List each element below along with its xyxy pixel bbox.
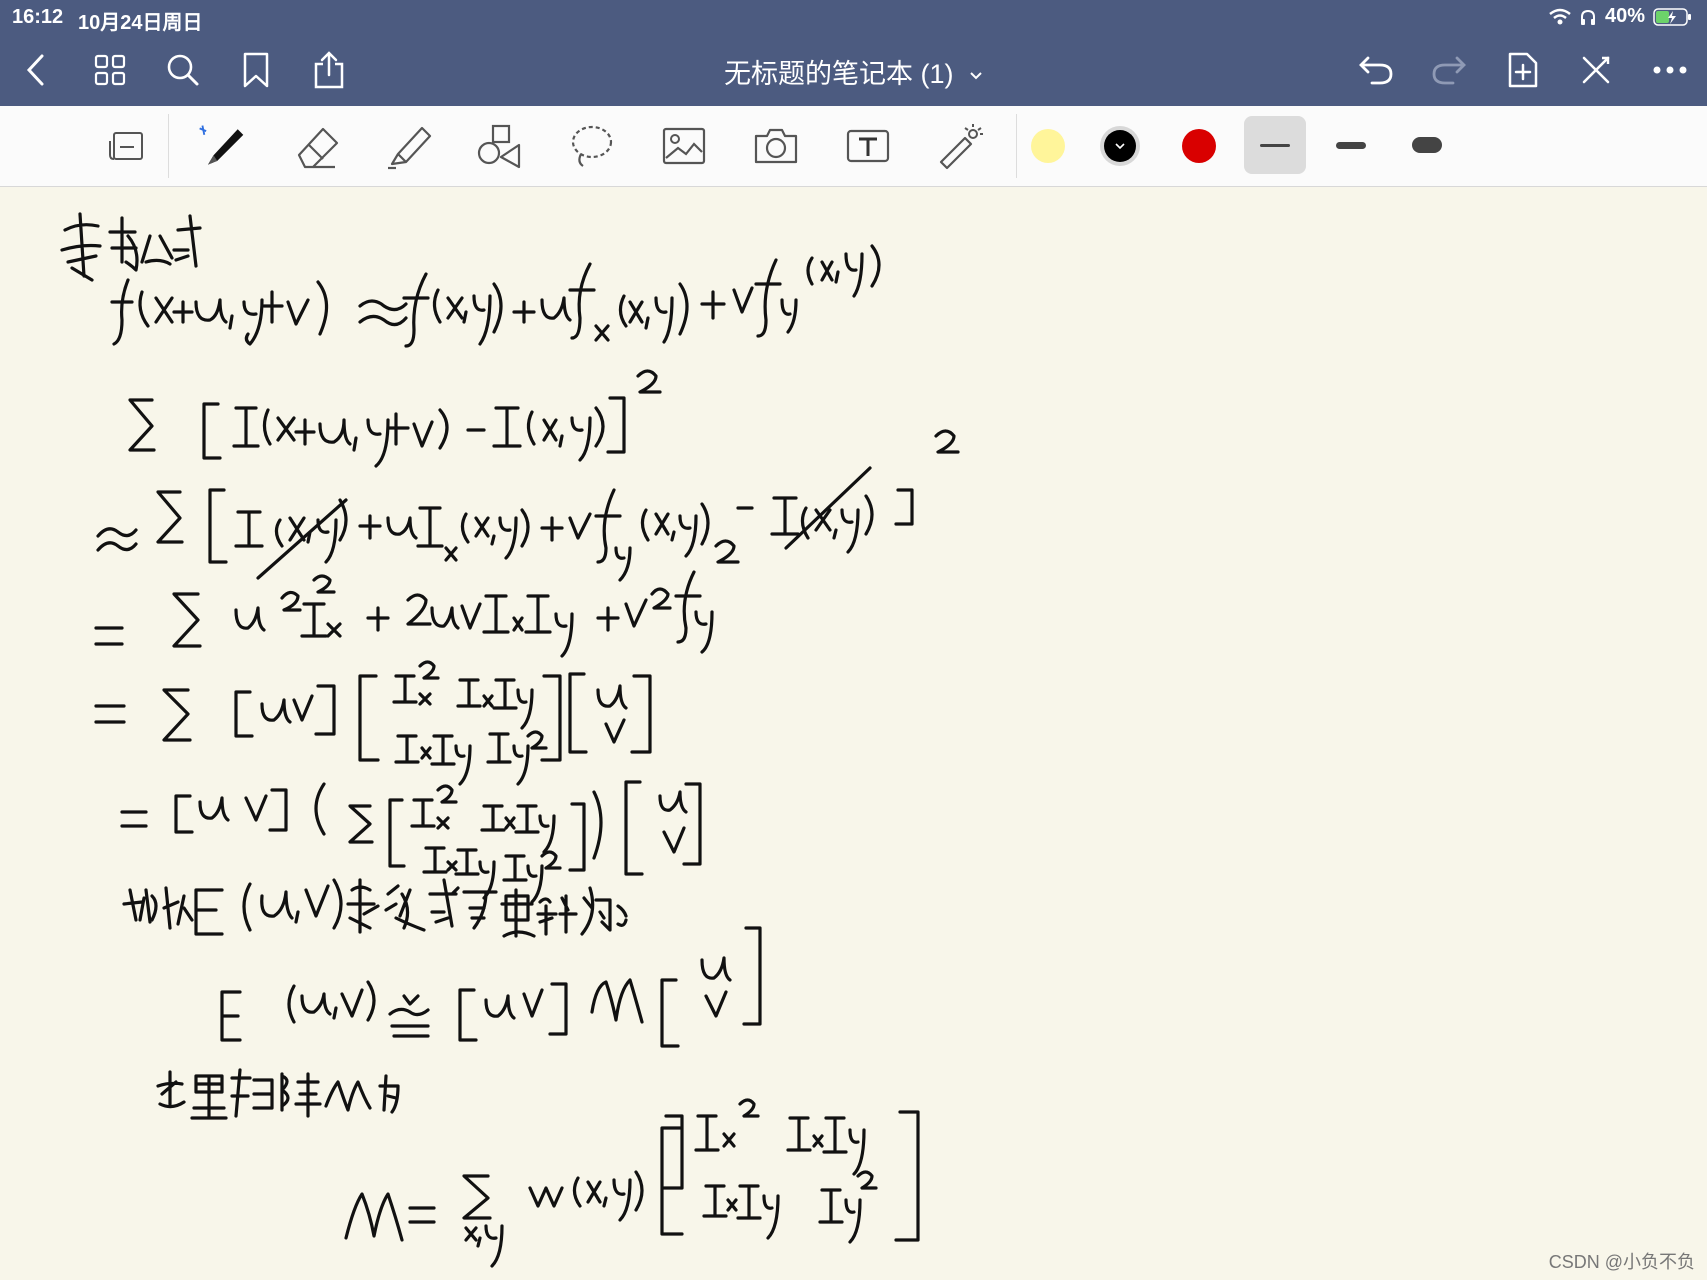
nav-bar: 无标题的笔记本 (1) — [0, 34, 1707, 106]
ink-line-5 — [94, 660, 652, 786]
status-right: 40% — [1549, 5, 1693, 28]
grid-icon[interactable] — [90, 50, 130, 90]
ink-line-3 — [96, 429, 960, 582]
highlighter-icon[interactable] — [383, 122, 435, 170]
shapes-icon[interactable] — [474, 122, 526, 170]
notebook-title-text[interactable]: 无标题的笔记本 (1) — [724, 59, 954, 89]
ink-line-8 — [220, 926, 762, 1048]
chevron-down-icon[interactable] — [969, 71, 983, 81]
text-icon[interactable] — [842, 122, 894, 170]
lasso-icon[interactable] — [566, 122, 618, 170]
color-swatch-yellow[interactable] — [1031, 129, 1065, 163]
ink-line-10 — [344, 1098, 920, 1268]
add-page-icon[interactable] — [1503, 50, 1543, 90]
camera-icon[interactable] — [750, 122, 802, 170]
ink-line-4 — [94, 539, 740, 658]
back-icon[interactable] — [16, 50, 56, 90]
ink-line-9 — [156, 1068, 400, 1120]
status-date: 10月24日周日 — [78, 12, 203, 34]
color-swatch-black — [1104, 130, 1136, 162]
share-icon[interactable] — [309, 50, 349, 90]
color-swatch-black-selected[interactable] — [1100, 126, 1140, 166]
stroke-thick-sample — [1412, 137, 1442, 153]
search-icon[interactable] — [163, 50, 203, 90]
ink-heading-taylor — [60, 212, 202, 282]
ink-line-1 — [110, 244, 881, 348]
tool-bar — [0, 106, 1707, 187]
stroke-thin-sample — [1260, 143, 1290, 147]
stroke-thick[interactable] — [1396, 116, 1458, 174]
toolbar-divider — [1016, 114, 1017, 178]
stroke-medium[interactable] — [1320, 116, 1382, 174]
close-tools-icon[interactable] — [1576, 50, 1616, 90]
handwritten-notes — [60, 212, 960, 1268]
color-swatch-red[interactable] — [1182, 129, 1216, 163]
ink-line-2 — [128, 369, 662, 468]
undo-icon[interactable] — [1356, 50, 1396, 90]
note-canvas[interactable] — [0, 187, 1707, 1280]
stroke-thin-selected[interactable] — [1244, 116, 1306, 174]
ink-line-7 — [122, 878, 628, 938]
battery-percent: 40% — [1604, 5, 1645, 27]
status-time: 16:12 — [12, 6, 64, 28]
status-bar: 16:12 10月24日周日 40% — [0, 0, 1707, 34]
more-icon[interactable] — [1650, 50, 1690, 90]
wifi-icon — [1549, 8, 1571, 24]
toolbar-divider — [168, 114, 169, 178]
redo-icon[interactable] — [1429, 50, 1469, 90]
headphones-icon — [1580, 9, 1595, 25]
bookmark-icon[interactable] — [236, 50, 276, 90]
page-rotate-icon[interactable] — [100, 122, 152, 170]
laser-pointer-icon[interactable] — [934, 122, 986, 170]
image-icon[interactable] — [658, 122, 710, 170]
battery-icon — [1653, 7, 1691, 26]
pen-icon[interactable] — [195, 122, 247, 170]
watermark: CSDN @小负不负 — [1548, 1252, 1695, 1272]
eraser-icon[interactable] — [292, 122, 344, 170]
ink-line-6 — [120, 780, 702, 904]
stroke-medium-sample — [1336, 141, 1366, 149]
chevron-down-icon — [1115, 142, 1125, 149]
